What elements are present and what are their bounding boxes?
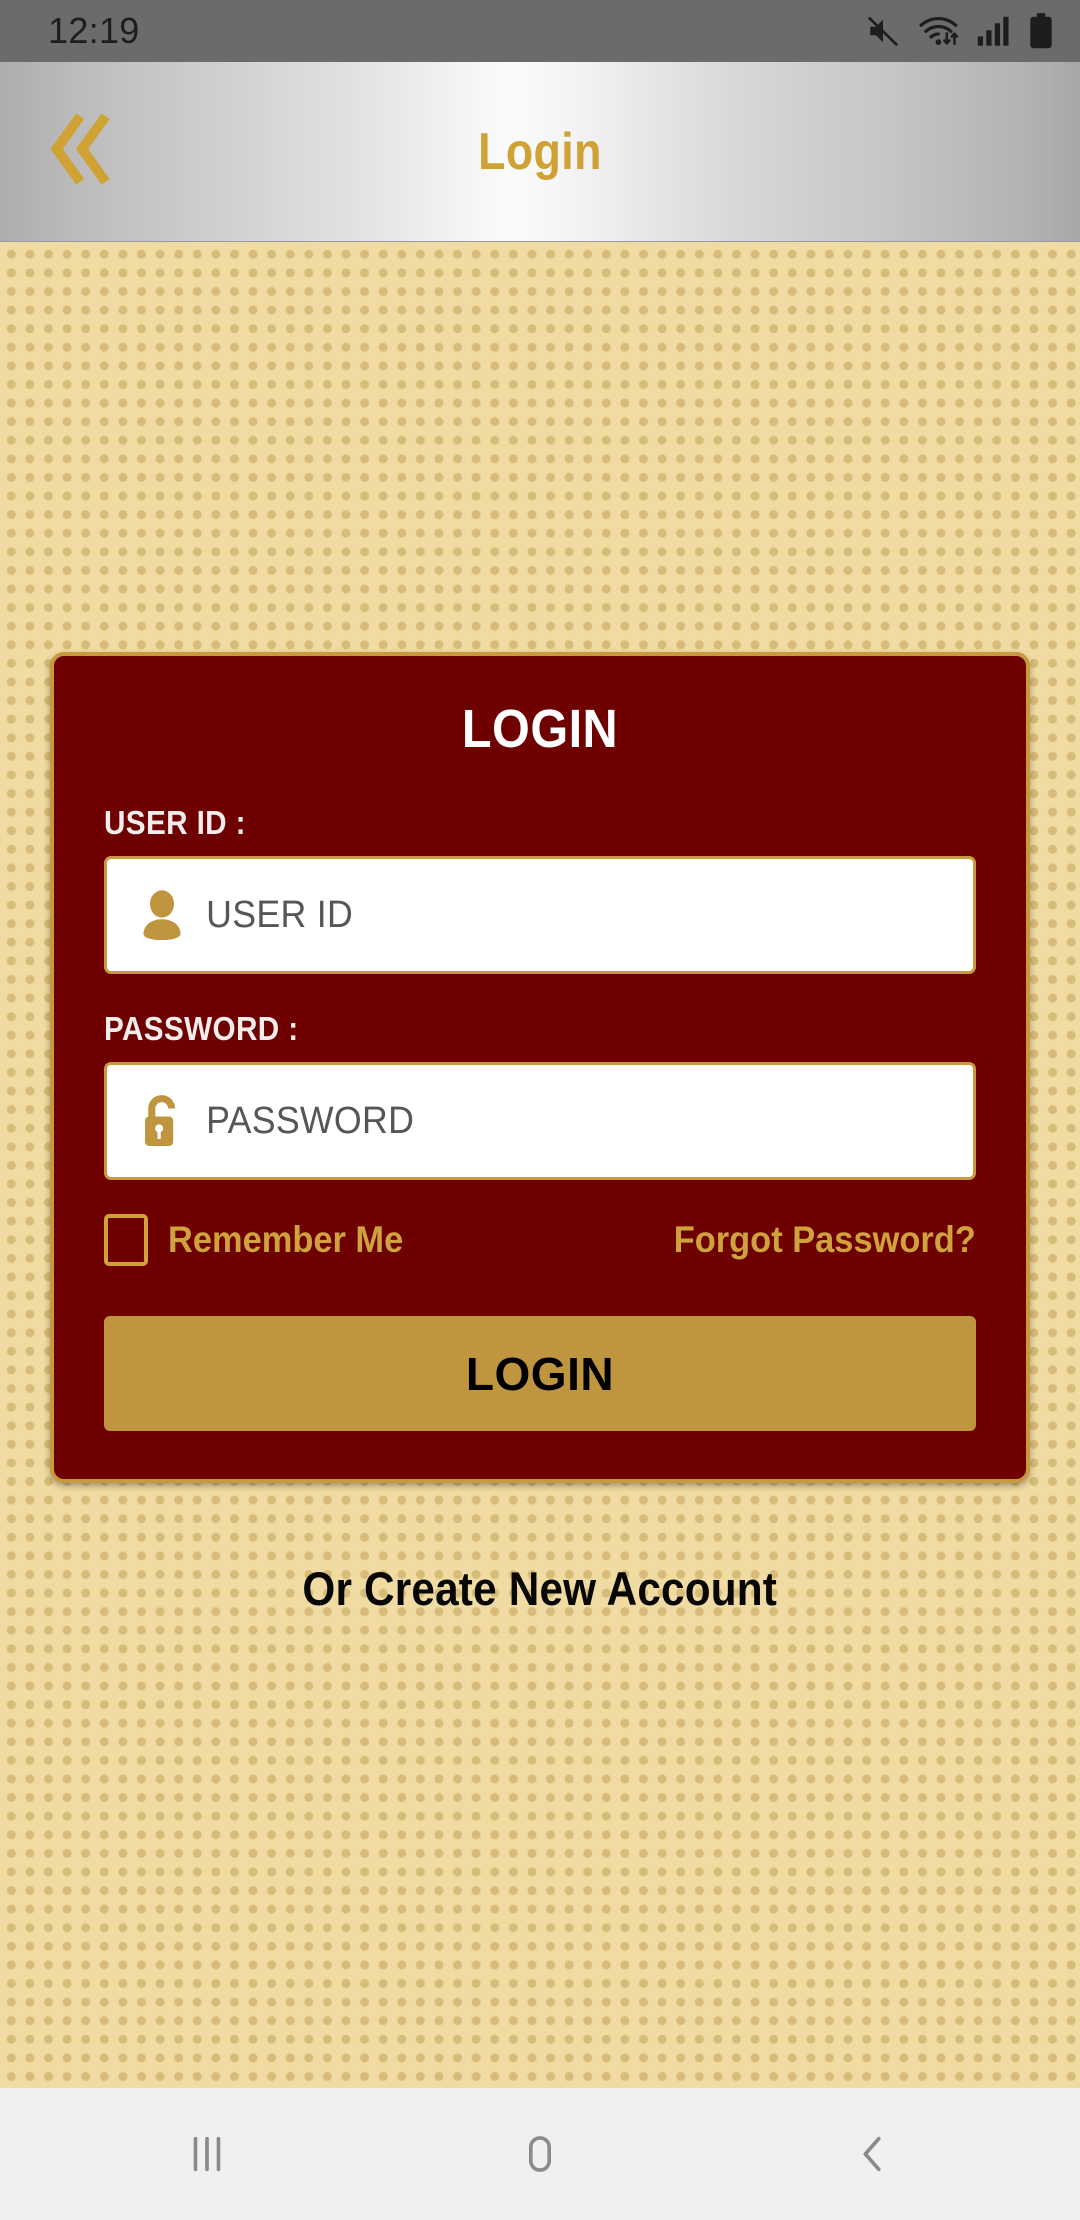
system-navigation-bar bbox=[0, 2088, 1080, 2220]
home-icon bbox=[517, 2131, 563, 2177]
options-row: Remember Me Forgot Password? bbox=[104, 1214, 976, 1266]
status-icon-group bbox=[865, 13, 1054, 49]
login-card: LOGIN USER ID : PASSWORD : bbox=[50, 652, 1030, 1483]
remember-me-group[interactable]: Remember Me bbox=[104, 1214, 421, 1266]
sound-off-icon bbox=[865, 14, 901, 48]
status-bar: 12:19 bbox=[0, 0, 1080, 62]
main-content: LOGIN USER ID : PASSWORD : bbox=[0, 242, 1080, 2088]
home-button[interactable] bbox=[465, 2099, 615, 2209]
recents-button[interactable] bbox=[132, 2099, 282, 2209]
user-id-field-wrapper[interactable] bbox=[104, 856, 976, 974]
back-button[interactable] bbox=[798, 2099, 948, 2209]
password-input[interactable] bbox=[193, 1099, 904, 1143]
user-id-input[interactable] bbox=[193, 893, 904, 937]
password-label: PASSWORD : bbox=[104, 1010, 299, 1047]
battery-icon bbox=[1028, 13, 1054, 49]
unlocked-padlock-icon bbox=[131, 1092, 193, 1150]
app-header: Login bbox=[0, 62, 1080, 242]
cellular-signal-icon bbox=[977, 15, 1011, 47]
user-id-label: USER ID : bbox=[104, 804, 246, 841]
create-account-link[interactable]: Or Create New Account bbox=[303, 1561, 778, 1616]
remember-me-label: Remember Me bbox=[168, 1219, 404, 1260]
status-clock: 12:19 bbox=[48, 10, 140, 51]
page-title: Login bbox=[478, 122, 602, 181]
password-field-wrapper[interactable] bbox=[104, 1062, 976, 1180]
phone-screen: 12:19 Login LOGIN USER ID: USER ID PASS… bbox=[0, 0, 1080, 2220]
user-icon bbox=[131, 889, 193, 941]
login-button[interactable]: LOGIN bbox=[104, 1316, 976, 1431]
remember-me-checkbox[interactable] bbox=[104, 1214, 148, 1266]
recents-icon bbox=[184, 2131, 230, 2177]
login-card-title: LOGIN bbox=[461, 699, 619, 759]
chevron-left-icon bbox=[850, 2131, 896, 2177]
wifi-data-icon bbox=[918, 14, 960, 48]
forgot-password-link[interactable]: Forgot Password? bbox=[674, 1219, 976, 1261]
